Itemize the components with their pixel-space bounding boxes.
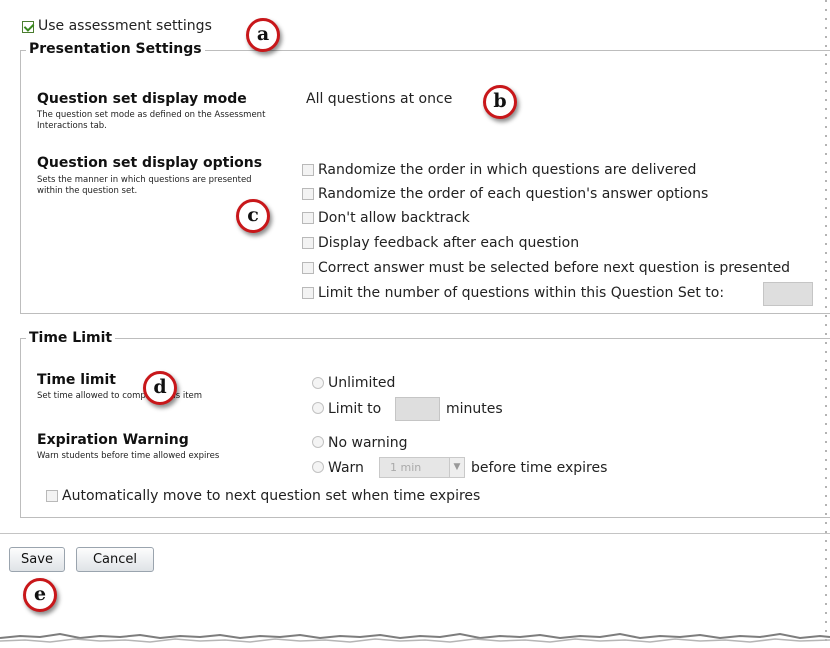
display-feedback-label: Display feedback after each question	[318, 235, 580, 251]
display-options-description: Sets the manner in which questions are p…	[37, 175, 252, 196]
warn-select-value: 1 min	[390, 461, 422, 474]
unlimited-radio[interactable]	[312, 377, 324, 389]
chevron-down-icon: ▼	[449, 458, 464, 477]
time-limit-legend: Time Limit	[26, 330, 116, 346]
before-expires-label: before time expires	[471, 460, 608, 476]
use-assessment-checkbox[interactable]	[22, 21, 34, 33]
button-separator	[0, 533, 830, 534]
limit-minutes-input[interactable]	[395, 397, 440, 421]
torn-right-edge	[825, 0, 827, 648]
no-warning-label: No warning	[328, 435, 408, 451]
randomize-questions-checkbox[interactable]	[302, 164, 314, 176]
minutes-label: minutes	[446, 401, 503, 417]
warn-radio[interactable]	[312, 461, 324, 473]
limit-questions-checkbox[interactable]	[302, 287, 314, 299]
correct-answer-required-checkbox[interactable]	[302, 262, 314, 274]
display-feedback-checkbox[interactable]	[302, 237, 314, 249]
callout-marker-c: c	[236, 199, 270, 233]
torn-bottom-edge	[0, 632, 830, 643]
no-backtrack-checkbox[interactable]	[302, 212, 314, 224]
auto-move-checkbox[interactable]	[46, 490, 58, 502]
expiration-warning-description: Warn students before time allowed expire…	[37, 451, 220, 461]
callout-marker-e: e	[23, 578, 57, 612]
limit-to-label: Limit to	[328, 401, 382, 417]
expiration-warning-title: Expiration Warning	[37, 432, 189, 448]
display-mode-description: The question set mode as defined on the …	[37, 110, 266, 131]
callout-marker-b: b	[483, 85, 517, 119]
display-mode-value: All questions at once	[306, 91, 453, 107]
callout-marker-d: d	[143, 371, 177, 405]
warn-label: Warn	[328, 460, 364, 476]
unlimited-label: Unlimited	[328, 375, 396, 391]
use-assessment-label: Use assessment settings	[38, 18, 212, 34]
randomize-answers-label: Randomize the order of each question's a…	[318, 186, 709, 202]
randomize-questions-label: Randomize the order in which questions a…	[318, 162, 697, 178]
presentation-settings-legend: Presentation Settings	[26, 41, 205, 57]
limit-questions-label: Limit the number of questions within thi…	[318, 285, 725, 301]
time-limit-title: Time limit	[37, 372, 116, 388]
save-button[interactable]: Save	[9, 547, 65, 572]
callout-marker-a: a	[246, 18, 280, 52]
display-options-title: Question set display options	[37, 155, 263, 171]
no-warning-radio[interactable]	[312, 436, 324, 448]
limit-to-radio[interactable]	[312, 402, 324, 414]
no-backtrack-label: Don't allow backtrack	[318, 210, 470, 226]
warn-minutes-select[interactable]: 1 min ▼	[379, 457, 465, 478]
cancel-button[interactable]: Cancel	[76, 547, 154, 572]
limit-questions-input[interactable]	[763, 282, 813, 306]
auto-move-label: Automatically move to next question set …	[62, 488, 481, 504]
randomize-answers-checkbox[interactable]	[302, 188, 314, 200]
display-mode-title: Question set display mode	[37, 91, 247, 107]
correct-answer-required-label: Correct answer must be selected before n…	[318, 260, 791, 276]
